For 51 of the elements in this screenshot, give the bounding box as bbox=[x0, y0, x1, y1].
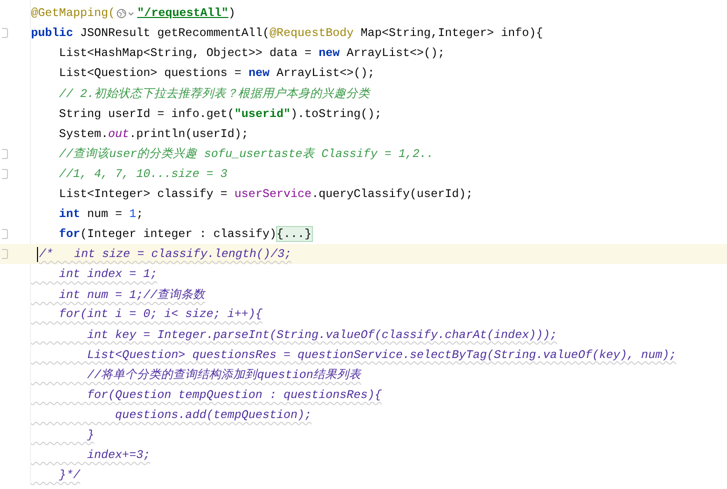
code-comment: List<Question> questionsRes = questionService.selectByTag(String.valueOf(key), num); bbox=[86, 348, 676, 362]
code-text: ).toString(); bbox=[290, 106, 382, 121]
code-text: "userid" bbox=[234, 106, 291, 121]
code-text: String userId = info.get( bbox=[58, 106, 234, 121]
code-comment: questions.add(tempQuestion); bbox=[114, 408, 312, 422]
code-text: System. bbox=[58, 126, 108, 141]
fold-marker-icon[interactable] bbox=[2, 148, 8, 159]
code-comment: //将单个分类的查询结构添加到question结果列表 bbox=[86, 367, 362, 382]
code-text: ; bbox=[136, 206, 144, 221]
code-text: List<HashMap<String, Object>> data = bbox=[58, 46, 313, 60]
code-comment: /* int size = classify.length()/3; bbox=[39, 247, 292, 262]
code-text: @RequestBody bbox=[269, 26, 354, 40]
code-text: @GetMapping( bbox=[31, 6, 116, 20]
code-text: out bbox=[108, 126, 130, 141]
code-comment: int index = 1; bbox=[58, 267, 158, 282]
text-caret bbox=[37, 246, 38, 262]
code-comment: }*/ bbox=[58, 468, 80, 482]
code-comment: } bbox=[86, 428, 94, 442]
code-text: Map<String,Integer> info){ bbox=[360, 26, 544, 40]
code-comment: int key = Integer.parseInt(String.valueOf(classify.charAt(index))); bbox=[86, 328, 558, 342]
code-text: ArrayList<>(); bbox=[346, 46, 445, 60]
code-text: "/requestAll" bbox=[137, 6, 228, 20]
code-text: ArrayList<>(); bbox=[275, 66, 375, 80]
code-text: new bbox=[248, 66, 270, 80]
code-text: num = bbox=[86, 206, 124, 221]
code-text: userService bbox=[234, 186, 312, 201]
code-comment: // 2.初始状态下拉去推荐列表？根据用户本身的兴趣分类 bbox=[58, 86, 370, 101]
code-text: public bbox=[31, 26, 74, 40]
code-text: 1 bbox=[129, 206, 136, 221]
fold-marker-icon[interactable] bbox=[2, 229, 8, 240]
code-comment: //查询该user的分类兴趣 sofu_usertaste表 Classify = 1,2.. bbox=[58, 146, 434, 162]
fold-marker-icon[interactable] bbox=[2, 168, 8, 179]
code-comment: int num = 1;//查询条数 bbox=[58, 286, 206, 302]
fold-marker-icon[interactable] bbox=[2, 28, 8, 38]
code-text: for bbox=[58, 227, 80, 242]
code-comment: for(int i = 0; i< size; i++){ bbox=[58, 307, 262, 322]
fold-marker-icon[interactable] bbox=[2, 249, 8, 260]
code-text: JSONResult getRecommentAll( bbox=[79, 26, 270, 40]
code-text: ) bbox=[228, 6, 236, 20]
code-comment: //1, 4, 7, 10...size = 3 bbox=[58, 166, 228, 181]
globe-dropdown-icon[interactable] bbox=[116, 8, 136, 19]
code-text: List<Integer> classify = bbox=[58, 186, 228, 201]
code-comment: for(Question tempQuestion : questionsRes){ bbox=[86, 388, 382, 402]
code-text: List<Question> questions = bbox=[58, 66, 242, 80]
code-text: int bbox=[58, 206, 80, 221]
code-text: .println(userId); bbox=[129, 126, 248, 141]
code-text: (Integer integer : classify) bbox=[80, 227, 276, 242]
code-text: .queryClassify(userId); bbox=[312, 186, 473, 201]
code-text: new bbox=[318, 46, 340, 60]
code-comment: index+=3; bbox=[86, 448, 150, 462]
folded-code-block[interactable]: {...} bbox=[276, 227, 312, 242]
